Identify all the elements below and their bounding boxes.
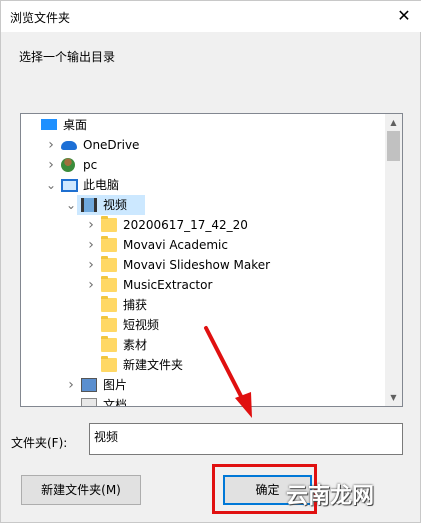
watermark: 云南龙网 — [286, 484, 375, 509]
user-icon — [61, 158, 75, 172]
chevron-right-icon[interactable]: › — [65, 375, 77, 395]
tree-item[interactable]: › pc — [21, 155, 385, 175]
instruction-text: 选择一个输出目录 — [19, 50, 116, 64]
tree-item[interactable]: › Movavi Academic — [21, 235, 385, 255]
chevron-down-icon[interactable]: ⌄ — [45, 175, 57, 195]
tree-item-label: pc — [83, 158, 98, 172]
chevron-right-icon[interactable]: › — [85, 235, 97, 255]
folder-icon — [101, 256, 117, 272]
tree-item-label: MusicExtractor — [123, 278, 213, 292]
folder-icon — [101, 236, 117, 252]
chevron-right-icon[interactable] — [85, 355, 97, 375]
folder-icon — [101, 216, 117, 232]
tree-item[interactable]: ⌄ 此电脑 — [21, 175, 385, 195]
tree-item[interactable]: › 20200617_17_42_20 — [21, 215, 385, 235]
dialog-title: 浏览文件夹 — [10, 11, 71, 25]
folder-input[interactable]: 视频 — [89, 423, 403, 455]
chevron-right-icon[interactable]: › — [45, 155, 57, 175]
computer-icon — [61, 179, 78, 192]
documents-folder-icon — [81, 398, 97, 406]
tree-item[interactable]: 新建文件夹 — [21, 355, 385, 375]
chevron-down-icon[interactable]: ⌄ — [65, 195, 77, 215]
desktop-icon — [41, 119, 57, 130]
pictures-folder-icon — [81, 378, 97, 392]
title-bar: 浏览文件夹 ✕ — [1, 1, 421, 32]
tree-item-label: 20200617_17_42_20 — [123, 218, 248, 232]
tree-item[interactable]: ⌄ 文档 — [21, 395, 385, 407]
tree-item[interactable]: 捕获 — [21, 295, 385, 315]
tree-item-label: Movavi Slideshow Maker — [123, 258, 271, 272]
tree-item[interactable]: › OneDrive — [21, 135, 385, 155]
chevron-right-icon[interactable]: › — [85, 275, 97, 295]
tree-item-label: 视频 — [103, 198, 128, 212]
tree-item-label: OneDrive — [83, 138, 140, 152]
chevron-right-icon[interactable]: › — [85, 215, 97, 235]
tree-item[interactable]: 短视频 — [21, 315, 385, 335]
tree-item-label: 桌面 — [63, 118, 88, 132]
video-folder-icon — [81, 198, 97, 212]
tree-item[interactable]: ⌄ 视频 — [66, 195, 145, 215]
folder-icon — [101, 276, 117, 292]
folder-icon — [101, 316, 117, 332]
tree-item-label: 图片 — [103, 378, 128, 392]
tree-item-label: 素材 — [123, 338, 148, 352]
tree-item-label: 此电脑 — [83, 178, 120, 192]
new-folder-button[interactable]: 新建文件夹(M) — [21, 475, 141, 505]
tree-item-label: 文档 — [103, 398, 128, 407]
folder-icon — [101, 336, 117, 352]
tree-item[interactable]: 素材 — [21, 335, 385, 355]
chevron-down-icon[interactable]: ⌄ — [65, 395, 77, 406]
tree-scrollbar[interactable]: ▲ ▼ — [385, 114, 402, 406]
tree-item[interactable]: › MusicExtractor — [21, 275, 385, 295]
scroll-down-icon[interactable]: ▼ — [385, 389, 402, 406]
tree-item-label: 新建文件夹 — [123, 358, 184, 372]
scroll-up-icon[interactable]: ▲ — [385, 114, 402, 131]
folder-icon — [101, 296, 117, 312]
folder-icon — [101, 356, 117, 372]
folder-field-label: 文件夹(F): — [11, 436, 68, 450]
tree-item-label: Movavi Academic — [123, 238, 228, 252]
tree-item[interactable]: 桌面 — [21, 115, 385, 135]
chevron-right-icon[interactable]: › — [85, 255, 97, 275]
folder-tree[interactable]: ⌄ 文档 › 图片 新建文件夹 素材 短视频 捕获 › MusicExtractor › Movavi… — [20, 113, 403, 407]
tree-item[interactable]: › 图片 — [21, 375, 385, 395]
chevron-right-icon[interactable] — [25, 115, 37, 135]
browse-folder-dialog: 浏览文件夹 ✕ 选择一个输出目录 ⌄ 文档 › 图片 新建文件夹 素材 短视频 捕获 › Musi… — [0, 0, 421, 523]
chevron-right-icon[interactable] — [85, 295, 97, 315]
tree-item-label: 捕获 — [123, 298, 148, 312]
close-icon[interactable]: ✕ — [392, 5, 416, 27]
tree-item[interactable]: › Movavi Slideshow Maker — [21, 255, 385, 275]
onedrive-icon — [61, 141, 77, 150]
chevron-right-icon[interactable] — [85, 315, 97, 335]
tree-item-label: 短视频 — [123, 318, 160, 332]
scroll-thumb[interactable] — [387, 131, 400, 161]
chevron-right-icon[interactable]: › — [45, 135, 57, 155]
chevron-right-icon[interactable] — [85, 335, 97, 355]
